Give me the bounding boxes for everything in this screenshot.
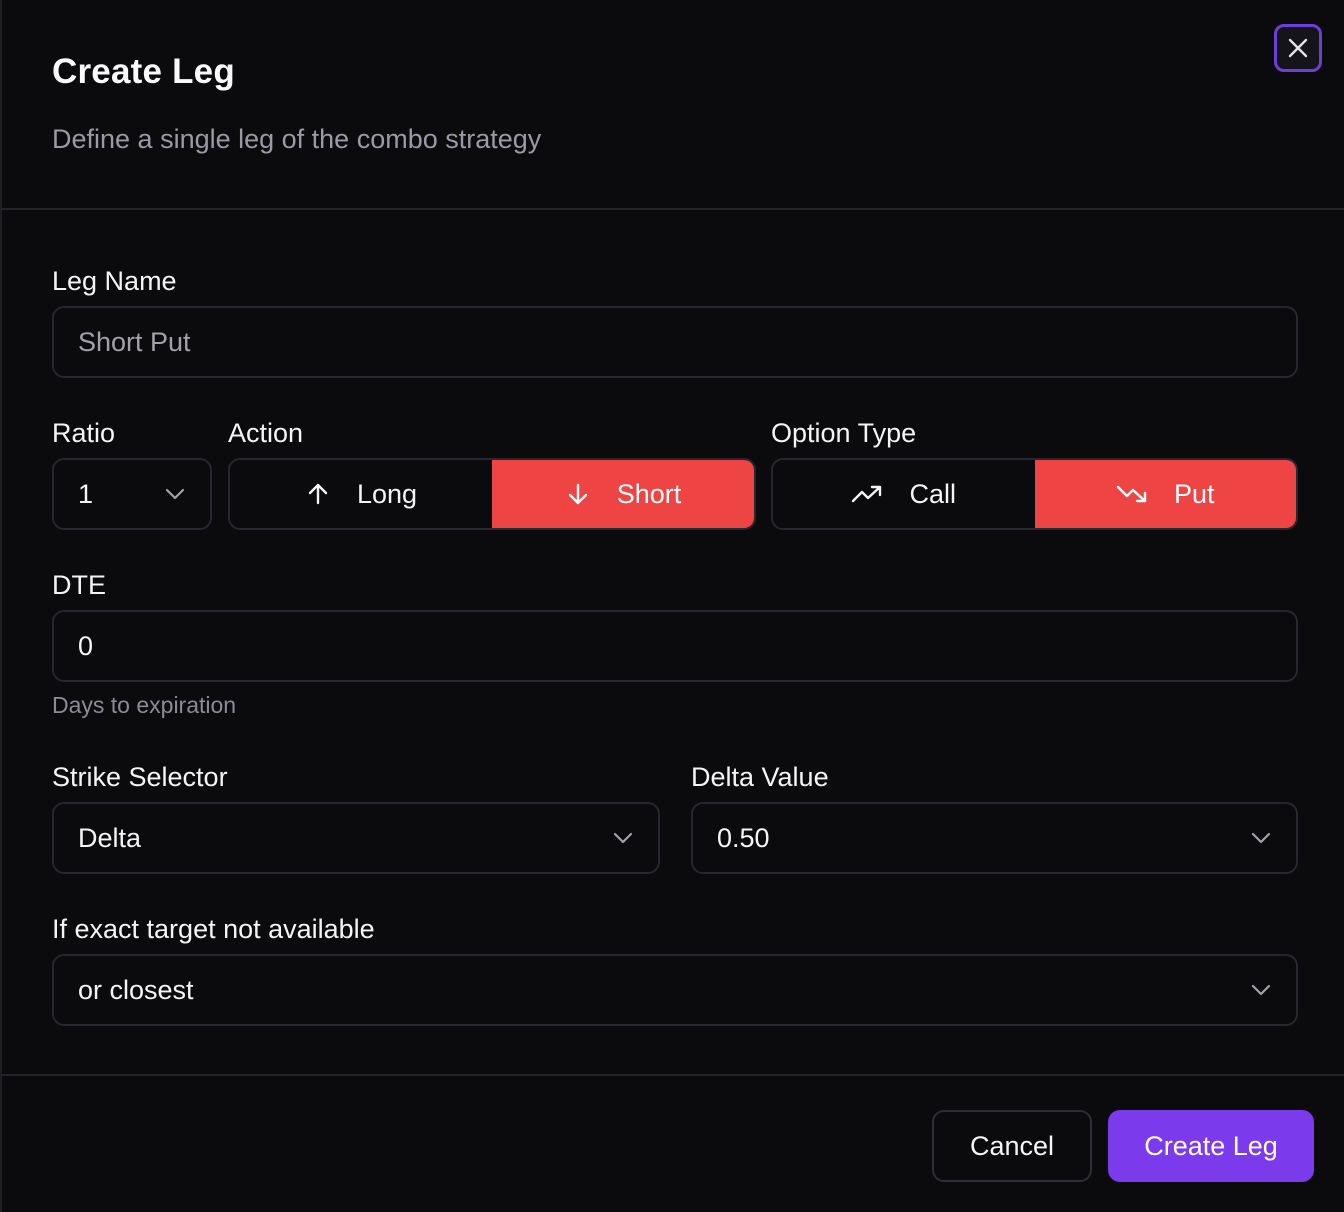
action-toggle-group: Long Short [228,458,756,530]
chevron-down-icon [164,487,186,501]
chevron-down-icon [1250,831,1272,845]
option-call-button[interactable]: Call [773,460,1035,528]
fallback-label: If exact target not available [52,914,375,944]
dialog-subtitle: Define a single leg of the combo strateg… [52,124,542,154]
option-call-label: Call [909,478,956,509]
leg-name-label: Leg Name [52,266,177,296]
action-short-button[interactable]: Short [492,460,754,528]
action-label: Action [228,418,304,448]
option-put-button[interactable]: Put [1034,460,1296,528]
action-long-label: Long [356,478,418,509]
dialog-header: Create Leg Define a single leg of the co… [2,0,1344,210]
fallback-value: or closest [78,974,194,1005]
arrow-up-icon [305,481,331,507]
strike-selector-value: Delta [78,822,142,853]
dialog-footer: Cancel Create Leg [2,1074,1344,1212]
chevron-down-icon [612,831,634,845]
ratio-value: 1 [78,478,94,509]
action-short-label: Short [616,478,682,509]
cancel-button[interactable]: Cancel [932,1110,1092,1182]
strike-selector-select[interactable]: Delta [52,802,660,874]
delta-value-select[interactable]: 0.50 [691,802,1298,874]
dte-label: DTE [52,570,106,600]
leg-name-value: Short Put [78,326,191,357]
option-type-toggle-group: Call Put [771,458,1298,530]
dialog-title: Create Leg [52,52,235,91]
dte-input[interactable]: 0 [52,610,1298,682]
create-leg-button[interactable]: Create Leg [1108,1110,1314,1182]
trending-down-icon [1116,483,1148,505]
option-type-label: Option Type [771,418,917,448]
delta-value-label: Delta Value [691,762,829,792]
trending-up-icon [851,483,883,505]
leg-name-input[interactable]: Short Put [52,306,1298,378]
close-button[interactable] [1274,24,1322,72]
arrow-down-icon [565,481,591,507]
fallback-select[interactable]: or closest [52,954,1298,1026]
delta-value-value: 0.50 [717,822,770,853]
chevron-down-icon [1250,983,1272,997]
close-icon [1287,37,1309,59]
dte-helper-text: Days to expiration [52,692,237,718]
dte-value: 0 [78,630,94,661]
create-leg-dialog: Create Leg Define a single leg of the co… [0,0,1344,1212]
option-put-label: Put [1173,478,1215,509]
ratio-label: Ratio [52,418,116,448]
strike-selector-label: Strike Selector [52,762,228,792]
ratio-select[interactable]: 1 [52,458,212,530]
action-long-button[interactable]: Long [230,460,492,528]
